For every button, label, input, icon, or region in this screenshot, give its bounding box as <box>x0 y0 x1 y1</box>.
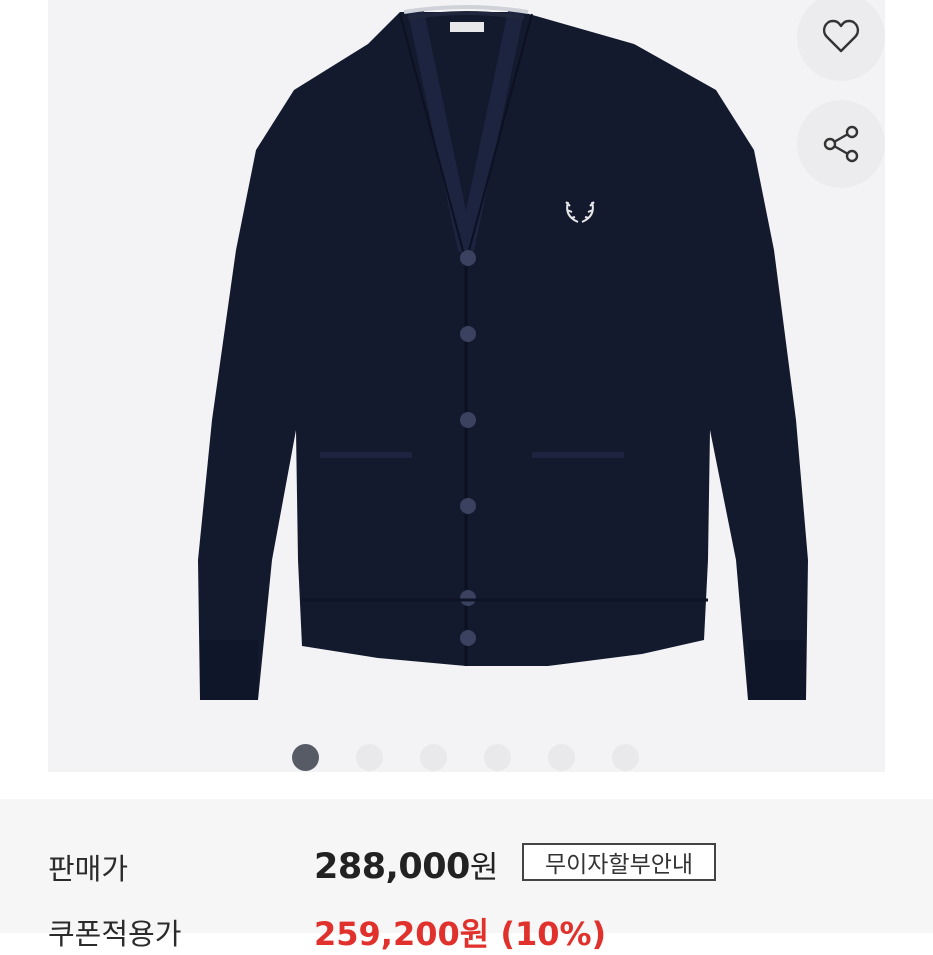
carousel-dot-2[interactable] <box>356 744 383 771</box>
carousel-dot-5[interactable] <box>548 744 575 771</box>
share-icon <box>823 125 859 163</box>
sale-price: 288,000원 <box>314 847 499 887</box>
carousel-dot-1[interactable] <box>292 744 319 771</box>
share-button[interactable] <box>797 100 885 188</box>
carousel-dot-3[interactable] <box>420 744 447 771</box>
product-image <box>198 5 808 700</box>
heart-icon <box>822 19 860 53</box>
coupon-price: 259,200원 (10%) <box>314 915 607 953</box>
sale-price-label: 판매가 <box>48 852 129 886</box>
carousel-dot-4[interactable] <box>484 744 511 771</box>
product-image-area[interactable] <box>48 0 885 772</box>
carousel-indicators <box>292 744 639 771</box>
installment-info-button[interactable]: 무이자할부안내 <box>522 843 716 881</box>
currency-unit: 원 <box>469 850 499 886</box>
coupon-price-label: 쿠폰적용가 <box>48 917 182 951</box>
coupon-price-row: 쿠폰적용가 259,200원 (10%) <box>0 911 933 953</box>
carousel-dot-6[interactable] <box>612 744 639 771</box>
sale-price-row: 판매가 288,000원 무이자할부안내 <box>0 838 933 888</box>
